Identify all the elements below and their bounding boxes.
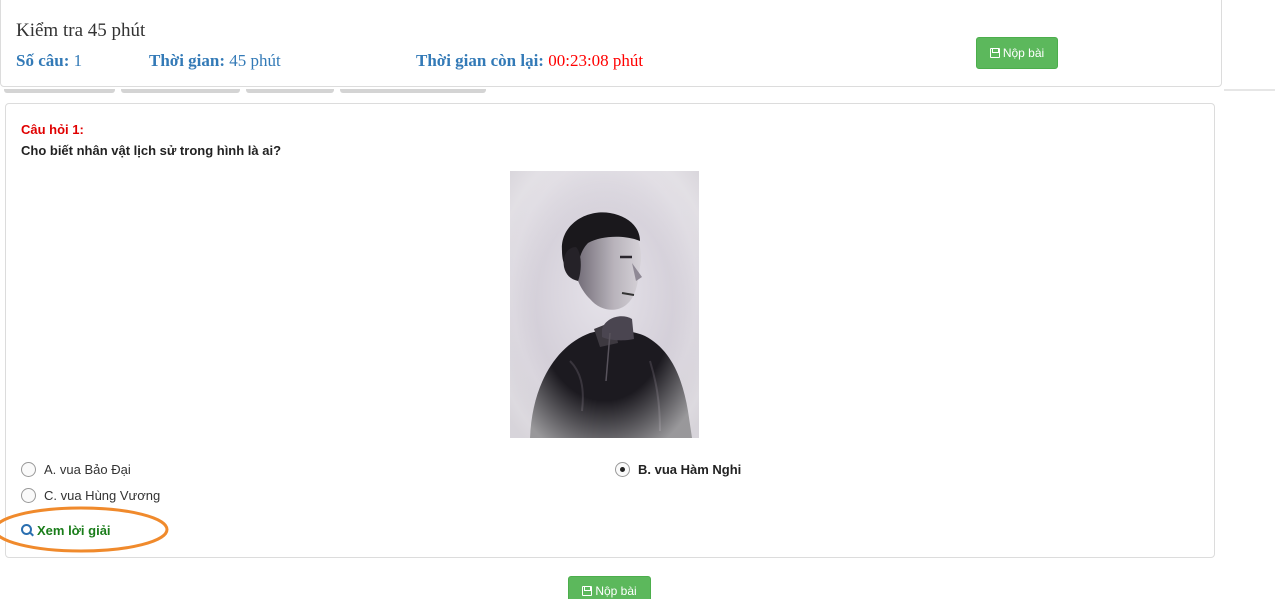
question-count-label: Số câu: xyxy=(16,51,70,70)
exam-duration: Thời gian: 45 phút xyxy=(149,51,281,71)
answer-option-a-label: A. vua Bảo Đại xyxy=(44,462,131,477)
exam-duration-value: 45 phút xyxy=(229,51,281,70)
submit-button-label: Nộp bài xyxy=(595,584,637,598)
tab-2[interactable] xyxy=(121,89,240,93)
portrait-photo xyxy=(510,171,699,438)
submit-button-top[interactable]: Nộp bài xyxy=(976,37,1058,69)
radio-unchecked-icon[interactable] xyxy=(21,488,36,503)
exam-page: Kiểm tra 45 phút Số câu: 1 Thời gian: 45… xyxy=(0,0,1275,599)
view-solution-link[interactable]: Xem lời giải xyxy=(21,523,111,538)
radio-checked-icon[interactable] xyxy=(615,462,630,477)
question-count-value: 1 xyxy=(73,51,83,70)
save-icon xyxy=(582,586,593,596)
radio-unchecked-icon[interactable] xyxy=(21,462,36,477)
tab-4[interactable] xyxy=(340,89,486,93)
submit-button-label: Nộp bài xyxy=(1002,46,1045,60)
tab-3[interactable] xyxy=(246,89,334,93)
save-icon xyxy=(989,48,1000,58)
exam-duration-label: Thời gian: xyxy=(149,51,226,70)
question-number: Câu hỏi 1: xyxy=(21,122,84,137)
question-count: Số câu: 1 xyxy=(16,51,82,71)
submit-button-bottom[interactable]: Nộp bài xyxy=(568,576,651,599)
countdown-timer: 00:23:08 phút xyxy=(548,51,644,70)
answer-option-a[interactable]: A. vua Bảo Đại xyxy=(21,462,131,477)
question-text: Cho biết nhân vật lịch sử trong hình là … xyxy=(21,143,282,158)
tab-1[interactable] xyxy=(4,89,115,93)
exam-title: Kiểm tra 45 phút xyxy=(16,20,146,41)
answer-option-c[interactable]: C. vua Hùng Vương xyxy=(21,488,160,503)
answer-option-b-label: B. vua Hàm Nghi xyxy=(638,462,742,477)
time-remaining: Thời gian còn lại: 00:23:08 phút xyxy=(416,51,643,71)
time-remaining-label: Thời gian còn lại: xyxy=(416,51,544,70)
view-solution-label: Xem lời giải xyxy=(37,523,111,538)
answer-option-c-label: C. vua Hùng Vương xyxy=(44,488,161,503)
divider xyxy=(1224,89,1275,91)
answer-option-b[interactable]: B. vua Hàm Nghi xyxy=(615,462,741,477)
search-icon xyxy=(21,524,34,537)
